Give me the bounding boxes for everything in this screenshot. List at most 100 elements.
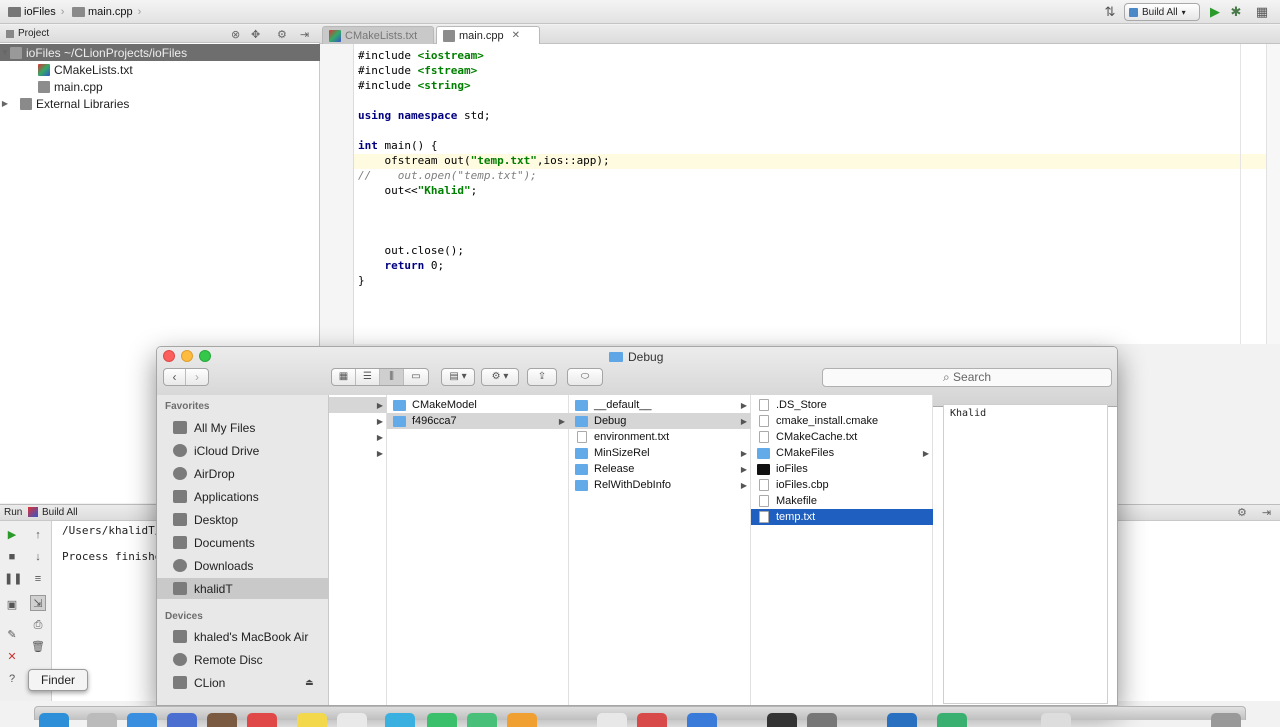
action-menu[interactable]: ⚙ ▾ — [481, 368, 519, 386]
arrow-down-icon[interactable]: ↓ — [30, 549, 46, 565]
calendar-icon[interactable] — [247, 713, 277, 727]
sidebar-item-desktop[interactable]: Desktop — [157, 509, 329, 530]
sidebar-item-macbook-air[interactable]: khaled's MacBook Air — [157, 626, 329, 647]
list-item[interactable]: CMakeModel — [387, 397, 569, 413]
hide-panel-icon[interactable]: ⇥ — [1262, 506, 1271, 519]
rerun-icon[interactable]: ▶ — [4, 527, 20, 543]
help-icon[interactable]: ? — [4, 671, 20, 687]
pause-icon[interactable]: ❚❚ — [4, 571, 22, 587]
close-icon[interactable]: ✕ — [4, 649, 20, 665]
trash-icon[interactable] — [1211, 713, 1241, 727]
list-item[interactable]: ▶ — [329, 429, 387, 445]
layout-icon[interactable]: ▣ — [4, 597, 20, 613]
launchpad-icon[interactable] — [87, 713, 117, 727]
run-panel-title[interactable]: Run — [4, 507, 22, 518]
breadcrumb-file[interactable]: main.cpp › — [72, 4, 141, 20]
icon-view-button[interactable]: ▦ — [332, 369, 356, 385]
sidebar-item-all-my-files[interactable]: All My Files — [157, 417, 329, 438]
file-preview-pane[interactable]: Khalid — [943, 404, 1108, 704]
list-item[interactable]: Makefile — [751, 493, 933, 509]
breadcrumb-project[interactable]: ioFiles › — [8, 4, 64, 20]
expand-arrow-icon[interactable]: ▼ — [0, 48, 10, 57]
pin-icon[interactable]: ✎ — [4, 627, 20, 643]
list-item[interactable]: CMakeFiles ▶ — [751, 445, 933, 461]
list-item[interactable]: ▶ — [329, 397, 387, 413]
system-preferences-icon[interactable] — [807, 713, 837, 727]
list-item[interactable]: CMakeCache.txt — [751, 429, 933, 445]
reminders-icon[interactable] — [337, 713, 367, 727]
sliders-icon[interactable]: ⇅ — [1102, 4, 1118, 20]
close-window-button[interactable] — [163, 350, 175, 362]
list-item[interactable]: f496cca7 ▶ — [387, 413, 569, 429]
mail-icon[interactable] — [167, 713, 197, 727]
list-item[interactable]: environment.txt — [569, 429, 751, 445]
editor-scrollbar[interactable] — [1266, 44, 1280, 344]
share-button[interactable]: ⇪ — [527, 368, 557, 386]
list-item[interactable]: ▶ — [329, 445, 387, 461]
contacts-icon[interactable] — [207, 713, 237, 727]
app-store-icon[interactable] — [687, 713, 717, 727]
tree-item-cmakelists[interactable]: CMakeLists.txt — [0, 61, 320, 78]
xcode-icon[interactable] — [887, 713, 917, 727]
itunes-icon[interactable] — [597, 713, 627, 727]
run-icon[interactable]: ▶ — [1207, 4, 1223, 20]
run-configuration-select[interactable]: Build All ▾ — [1124, 3, 1200, 21]
list-item[interactable]: __default__ ▶ — [569, 397, 751, 413]
notes-icon[interactable] — [297, 713, 327, 727]
list-item[interactable]: ioFiles — [751, 461, 933, 477]
ibooks-icon[interactable] — [507, 713, 537, 727]
sidebar-item-remote-disc[interactable]: Remote Disc — [157, 649, 329, 670]
list-item[interactable]: Release ▶ — [569, 461, 751, 477]
tab-cmakelists[interactable]: CMakeLists.txt — [322, 26, 434, 44]
trash-icon[interactable]: 🗑 — [30, 639, 46, 655]
clion-icon[interactable] — [937, 713, 967, 727]
sidebar-item-airdrop[interactable]: AirDrop — [157, 463, 329, 484]
run-config-label[interactable]: Build All — [42, 507, 78, 518]
list-item[interactable]: ▶ — [329, 413, 387, 429]
list-view-button[interactable]: ☰ — [356, 369, 380, 385]
eject-icon[interactable]: ⏏ — [305, 677, 314, 688]
gear-icon[interactable]: ⚙ — [277, 28, 287, 41]
list-item[interactable]: .DS_Store — [751, 397, 933, 413]
soft-wrap-icon[interactable]: ≡ — [30, 571, 46, 587]
layout-icon[interactable]: ▦ — [1254, 4, 1270, 20]
stop-icon[interactable]: ■ — [4, 549, 20, 565]
scroll-to-end-icon[interactable]: ⇲ — [30, 595, 46, 611]
tab-main-cpp[interactable]: main.cpp ✕ — [436, 26, 540, 44]
arrow-up-icon[interactable]: ↑ — [30, 527, 46, 543]
tree-item-main-cpp[interactable]: main.cpp — [0, 78, 320, 95]
column-view-button[interactable]: ⫼ — [380, 369, 404, 385]
zoom-window-button[interactable] — [199, 350, 211, 362]
messages-icon[interactable] — [385, 713, 415, 727]
search-field[interactable]: ⌕ Search — [822, 368, 1112, 387]
crosshair-icon[interactable]: ✥ — [251, 28, 260, 41]
tree-item-external-libraries[interactable]: ▶ External Libraries — [0, 95, 320, 112]
tags-button[interactable]: ⬭ — [567, 368, 603, 386]
safari-icon[interactable] — [127, 713, 157, 727]
forward-button[interactable]: › — [186, 369, 208, 385]
close-icon[interactable]: ✕ — [512, 30, 520, 41]
sidebar-item-downloads[interactable]: Downloads — [157, 555, 329, 576]
sidebar-item-applications[interactable]: Applications — [157, 486, 329, 507]
terminal-icon[interactable] — [767, 713, 797, 727]
hide-panel-icon[interactable]: ⇥ — [300, 28, 309, 41]
music-icon[interactable] — [637, 713, 667, 727]
finder-icon[interactable] — [39, 713, 69, 727]
list-item[interactable]: Debug ▶ — [569, 413, 751, 429]
editor-gutter[interactable] — [320, 44, 354, 344]
gear-icon[interactable]: ⚙ — [1237, 506, 1247, 519]
back-button[interactable]: ‹ — [164, 369, 186, 385]
sidebar-item-icloud-drive[interactable]: iCloud Drive — [157, 440, 329, 461]
project-panel-title[interactable]: Project — [18, 28, 49, 39]
facetime-icon[interactable] — [427, 713, 457, 727]
maps-icon[interactable] — [467, 713, 497, 727]
print-icon[interactable]: ⎙ — [30, 617, 46, 633]
cover-flow-button[interactable]: ▭ — [404, 369, 428, 385]
debug-icon[interactable]: ✱ — [1228, 4, 1244, 20]
expand-arrow-icon[interactable]: ▶ — [0, 99, 10, 108]
arrange-menu[interactable]: ▤ ▾ — [441, 368, 475, 386]
list-item[interactable]: MinSizeRel ▶ — [569, 445, 751, 461]
close-circle-icon[interactable]: ⊗ — [231, 28, 240, 41]
list-item[interactable]: cmake_install.cmake — [751, 413, 933, 429]
minimize-window-button[interactable] — [181, 350, 193, 362]
